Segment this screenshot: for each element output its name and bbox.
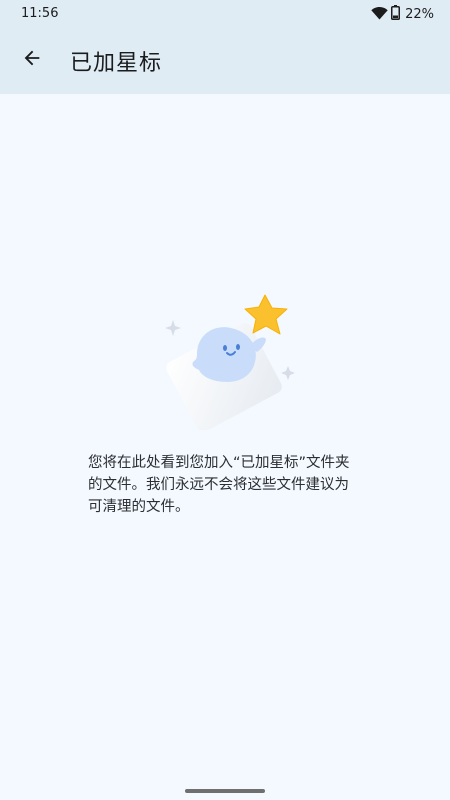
arrow-back-icon: [21, 47, 43, 73]
wifi-icon: [371, 5, 388, 24]
empty-state-illustration: [145, 290, 305, 432]
status-time: 11:56: [21, 6, 59, 21]
screen: 11:56 22% 已加星标 您将在此处看到您加入“已加星标”文件夹的文件。我们…: [0, 0, 450, 800]
sparkle-icon: [281, 366, 295, 380]
battery-icon: [391, 4, 401, 24]
app-bar: 已加星标: [0, 28, 450, 92]
gesture-bar[interactable]: [185, 789, 265, 793]
status-icons: 22%: [371, 4, 434, 24]
back-button[interactable]: [14, 42, 50, 78]
empty-state-message: 您将在此处看到您加入“已加星标”文件夹的文件。我们永远不会将这些文件建议为可清理…: [88, 455, 350, 515]
page-title: 已加星标: [70, 51, 163, 76]
battery-percent: 22%: [405, 6, 434, 22]
header-area: 11:56 22% 已加星标: [0, 0, 450, 94]
status-bar: 11:56 22%: [0, 0, 450, 28]
sparkle-icon: [165, 320, 181, 336]
